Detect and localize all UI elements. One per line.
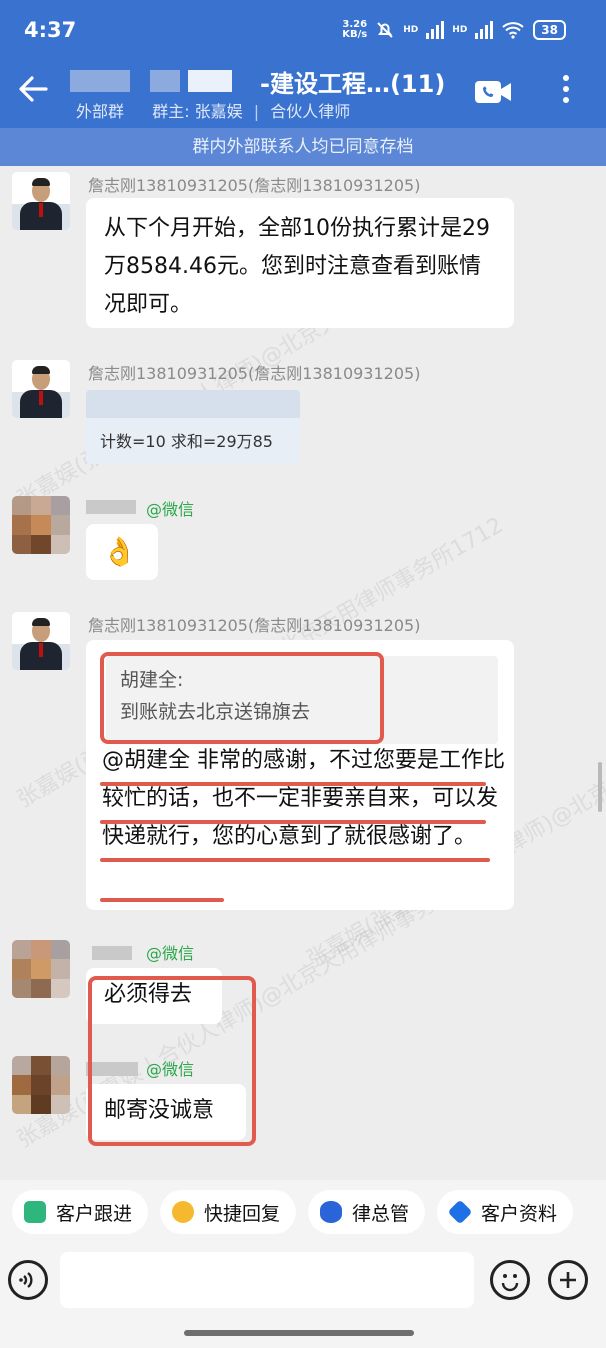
blurred-name	[86, 500, 136, 514]
more-options-icon[interactable]	[556, 72, 576, 112]
network-speed: 3.26 KB/s	[342, 19, 368, 40]
hd-label-1: HD	[403, 25, 419, 35]
home-indicator[interactable]	[184, 1330, 414, 1336]
mute-bell-icon	[377, 22, 393, 38]
ok-hand-emoji: 👌	[102, 535, 137, 568]
quick-reply-icon	[172, 1201, 195, 1223]
emoji-icon[interactable]	[490, 1260, 530, 1300]
scrollbar[interactable]	[598, 762, 602, 812]
owner-role: 合伙人律师	[270, 102, 351, 121]
wechat-tag: @微信	[146, 500, 195, 519]
annotation-underline	[100, 858, 490, 862]
blurred-title-part-2	[150, 70, 180, 92]
input-bar	[0, 1244, 606, 1348]
annotation-underline	[100, 898, 224, 902]
annotation-box	[88, 976, 256, 1146]
status-bar: 4:37 3.26 KB/s HD HD 38	[0, 0, 606, 62]
sender-name: 詹志刚13810931205(詹志刚13810931205)	[88, 364, 421, 383]
status-time: 4:37	[24, 18, 77, 42]
back-arrow-icon[interactable]	[16, 72, 50, 106]
message-bubble[interactable]: 从下个月开始，全部10份执行累计是29万8584.46元。您到时注意查看到账情况…	[86, 198, 514, 328]
group-owner: 群主: 张嘉娱	[152, 102, 243, 121]
avatar[interactable]	[12, 612, 70, 670]
blurred-title-part-3	[188, 70, 232, 92]
shortcut-customer-info[interactable]: 客户资料	[437, 1190, 574, 1234]
emoji-bubble[interactable]: 👌	[86, 524, 158, 580]
shortcut-lawyer-manager[interactable]: 律总管	[308, 1190, 426, 1234]
message-input[interactable]	[60, 1252, 474, 1308]
archive-notice: 群内外部联系人均已同意存档	[0, 128, 606, 166]
battery-indicator: 38	[533, 20, 566, 40]
wechat-tag: @微信	[146, 944, 195, 963]
group-type: 外部群	[76, 102, 125, 121]
shortcut-quick-reply[interactable]: 快捷回复	[160, 1190, 297, 1234]
shortcut-bar: 客户跟进 快捷回复 律总管 客户资料	[0, 1180, 606, 1244]
image-toolbar	[86, 390, 300, 418]
voice-input-icon[interactable]	[8, 1260, 48, 1300]
image-text: 计数=10 求和=29万85	[100, 432, 273, 451]
sender-name: 詹志刚13810931205(詹志刚13810931205)	[88, 616, 421, 635]
separator: |	[253, 102, 260, 121]
plus-icon[interactable]	[548, 1260, 588, 1300]
customer-info-icon	[447, 1199, 473, 1225]
blurred-title-part-1	[70, 70, 130, 92]
group-meta: 外部群 群主: 张嘉娱 | 合伙人律师	[76, 98, 350, 122]
lawyer-manager-icon	[320, 1201, 343, 1223]
signal-icon-2	[475, 21, 494, 39]
annotation-underline	[100, 820, 486, 824]
annotation-underline	[100, 782, 486, 786]
avatar[interactable]	[12, 172, 70, 230]
video-call-icon[interactable]	[474, 78, 512, 106]
sender-name: 詹志刚13810931205(詹志刚13810931205)	[88, 176, 421, 195]
annotation-box	[100, 652, 384, 744]
avatar-blurred[interactable]	[12, 1056, 70, 1114]
chat-area[interactable]: 张嘉娱(张嘉娱 | 合伙人律师)@北京天用律师事务所1712 张嘉娱(张嘉娱 |…	[0, 166, 606, 1180]
hd-label-2: HD	[452, 25, 468, 35]
avatar-blurred[interactable]	[12, 940, 70, 998]
customer-follow-icon	[24, 1201, 46, 1223]
signal-icon	[426, 21, 445, 39]
group-title[interactable]: -建设工程…(11)	[260, 64, 445, 99]
blurred-name	[92, 946, 132, 960]
avatar-blurred[interactable]	[12, 496, 70, 554]
wifi-icon	[502, 22, 524, 39]
app-bar: 4:37 3.26 KB/s HD HD 38 -建设工程…(11) 外部群 群…	[0, 0, 606, 130]
avatar[interactable]	[12, 360, 70, 418]
image-message[interactable]: 计数=10 求和=29万85	[86, 390, 300, 464]
status-icons: 3.26 KB/s HD HD 38	[342, 20, 566, 40]
shortcut-customer-follow[interactable]: 客户跟进	[12, 1190, 149, 1234]
